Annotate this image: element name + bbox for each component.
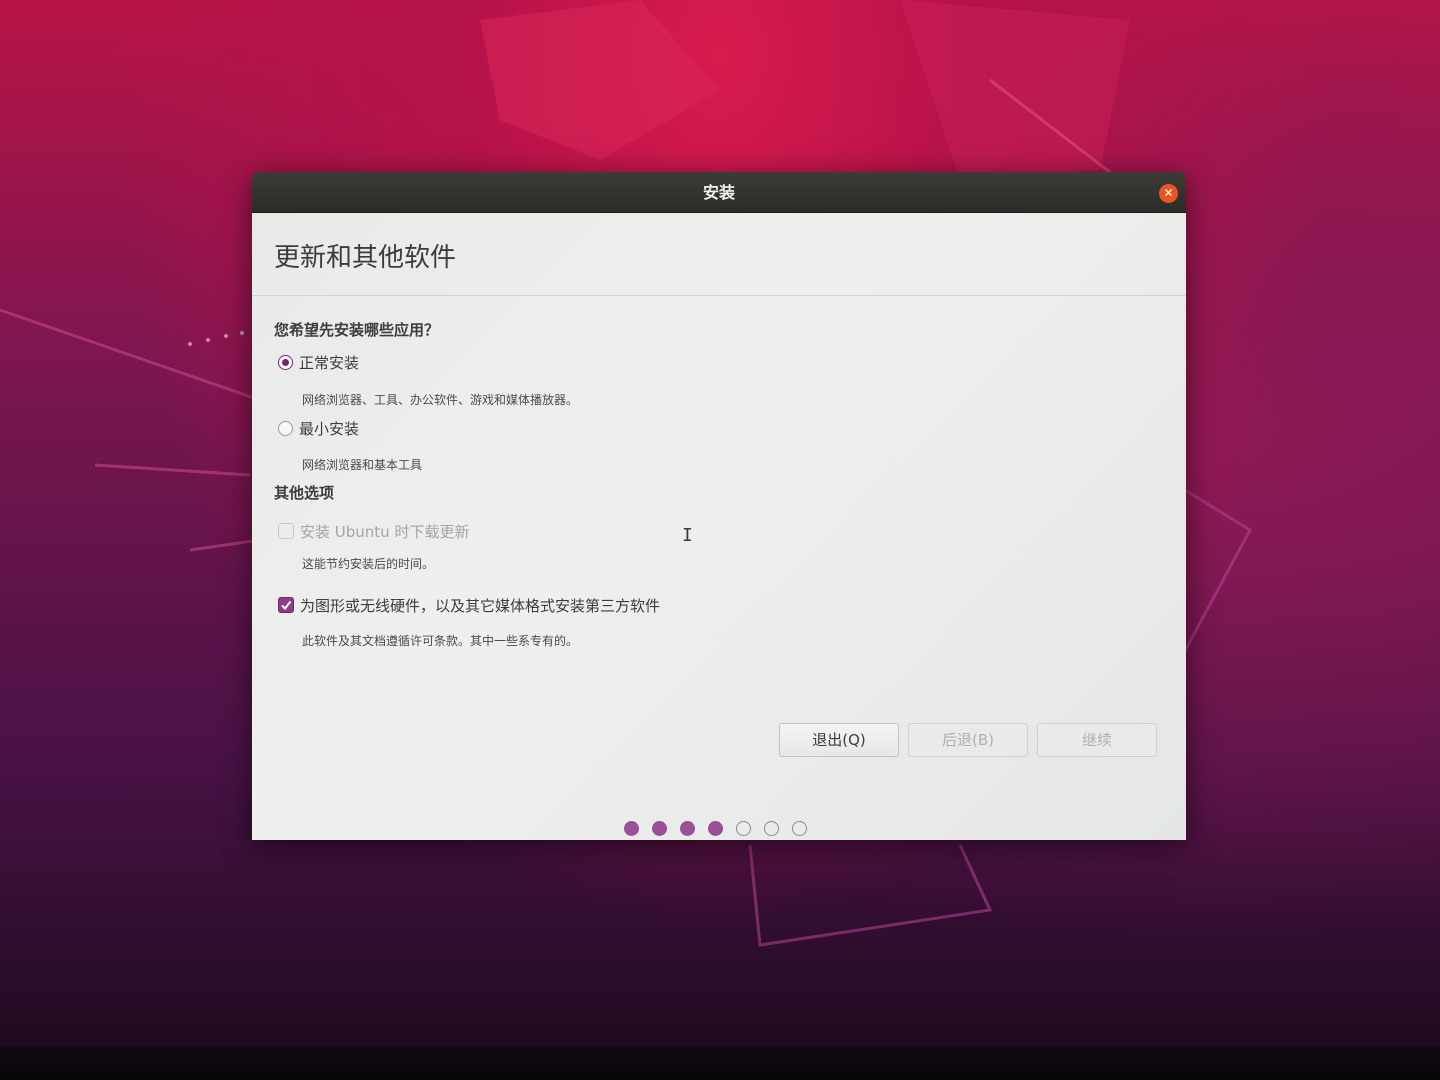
continue-button: 继续 [1037, 723, 1157, 757]
third-party-software-description: 此软件及其文档遵循许可条款。其中一些系专有的。 [302, 634, 579, 648]
progress-indicator [624, 821, 807, 836]
normal-install-description: 网络浏览器、工具、办公软件、游戏和媒体播放器。 [302, 393, 579, 407]
page-title: 更新和其他软件 [274, 243, 457, 273]
header-divider [252, 295, 1186, 296]
third-party-software-option[interactable]: 为图形或无线硬件，以及其它媒体格式安装第三方软件 [278, 594, 660, 616]
i-beam-cursor-icon: I [682, 525, 693, 546]
progress-dot-5 [736, 821, 751, 836]
other-options-heading: 其他选项 [274, 484, 335, 502]
checkmark-icon [281, 600, 292, 611]
monitor-bezel [0, 1046, 1440, 1080]
normal-install-label[interactable]: 正常安装 [299, 352, 359, 373]
close-icon[interactable]: ✕ [1159, 184, 1178, 203]
download-updates-option: 安装 Ubuntu 时下载更新 [278, 520, 469, 542]
window-titlebar[interactable]: 安装 ✕ [252, 172, 1186, 213]
desktop-background: 安装 ✕ 更新和其他软件 您希望先安装哪些应用？ 正常安装 网络浏览器、工具、办… [0, 0, 1440, 1080]
progress-dot-7 [792, 821, 807, 836]
back-button: 后退(B) [908, 723, 1028, 757]
minimal-install-label[interactable]: 最小安装 [299, 418, 359, 439]
quit-button[interactable]: 退出(Q) [779, 723, 899, 757]
progress-dot-1 [624, 821, 639, 836]
installer-window: 安装 ✕ 更新和其他软件 您希望先安装哪些应用？ 正常安装 网络浏览器、工具、办… [252, 172, 1186, 840]
window-content: 更新和其他软件 您希望先安装哪些应用？ 正常安装 网络浏览器、工具、办公软件、游… [252, 213, 1186, 840]
download-updates-label: 安装 Ubuntu 时下载更新 [300, 522, 470, 541]
third-party-software-label[interactable]: 为图形或无线硬件，以及其它媒体格式安装第三方软件 [300, 595, 660, 616]
minimal-install-description: 网络浏览器和基本工具 [302, 458, 423, 472]
progress-dot-2 [652, 821, 667, 836]
minimal-install-option[interactable]: 最小安装 [278, 417, 359, 439]
minimal-install-radio[interactable] [278, 420, 293, 436]
download-updates-description: 这能节约安装后的时间。 [302, 557, 435, 571]
window-title: 安装 [702, 183, 735, 202]
normal-install-radio[interactable] [278, 354, 293, 370]
normal-install-option[interactable]: 正常安装 [278, 351, 359, 373]
install-type-question: 您希望先安装哪些应用？ [274, 321, 440, 339]
progress-dot-6 [764, 821, 779, 836]
download-updates-checkbox [278, 523, 294, 539]
progress-dot-3 [680, 821, 695, 836]
third-party-software-checkbox[interactable] [278, 597, 294, 613]
progress-dot-4 [708, 821, 723, 836]
